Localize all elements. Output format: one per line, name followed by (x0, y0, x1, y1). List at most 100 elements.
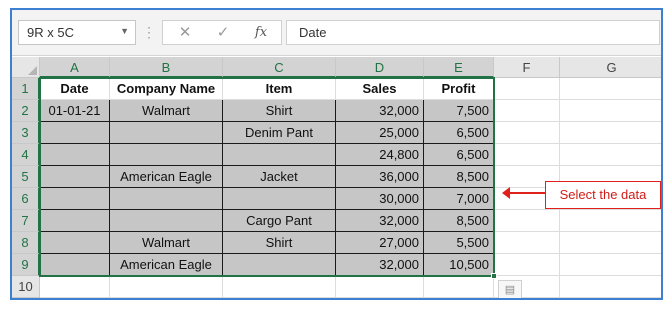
data-cell-company[interactable]: American Eagle (110, 254, 223, 276)
name-box[interactable]: 9R x 5C ▼ (18, 20, 136, 45)
empty-cell[interactable] (494, 210, 560, 232)
data-cell-profit[interactable]: 8,500 (424, 166, 494, 188)
data-cell-company[interactable] (110, 122, 223, 144)
data-cell-sales[interactable]: 32,000 (336, 210, 424, 232)
empty-cell[interactable] (494, 78, 560, 100)
formula-bar: 9R x 5C ▼ ⋮ ✕ ✓ fx Date (12, 10, 661, 56)
data-cell-sales[interactable]: 27,000 (336, 232, 424, 254)
formula-buttons: ✕ ✓ fx (162, 20, 282, 45)
empty-cell[interactable] (560, 100, 661, 122)
data-cell-sales[interactable]: 32,000 (336, 254, 424, 276)
data-cell-profit[interactable]: 6,500 (424, 122, 494, 144)
header-cell-profit[interactable]: Profit (424, 78, 494, 100)
column-header-c[interactable]: C (223, 57, 336, 78)
empty-cell[interactable] (494, 254, 560, 276)
data-cell-item[interactable] (223, 254, 336, 276)
row-header-1[interactable]: 1 (12, 78, 40, 100)
enter-icon[interactable]: ✓ (211, 24, 235, 42)
data-cell-item[interactable] (223, 188, 336, 210)
data-cell-date[interactable] (40, 254, 110, 276)
empty-cell[interactable] (560, 276, 661, 298)
data-cell-date[interactable] (40, 122, 110, 144)
name-box-value: 9R x 5C (27, 25, 74, 40)
empty-cell[interactable] (560, 144, 661, 166)
data-cell-profit[interactable]: 7,000 (424, 188, 494, 210)
formula-value: Date (299, 25, 327, 40)
data-cell-company[interactable]: Walmart (110, 232, 223, 254)
column-header-e[interactable]: E (424, 57, 494, 78)
empty-cell[interactable] (560, 232, 661, 254)
empty-cell[interactable] (494, 122, 560, 144)
fill-handle[interactable] (491, 273, 497, 279)
data-cell-sales[interactable]: 25,000 (336, 122, 424, 144)
data-cell-date[interactable] (40, 210, 110, 232)
empty-cell[interactable] (560, 210, 661, 232)
empty-cell[interactable] (40, 276, 110, 298)
data-cell-sales[interactable]: 32,000 (336, 100, 424, 122)
column-header-a[interactable]: A (40, 57, 110, 78)
data-cell-sales[interactable]: 36,000 (336, 166, 424, 188)
row-header-6[interactable]: 6 (12, 188, 40, 210)
data-cell-item[interactable]: Jacket (223, 166, 336, 188)
quick-analysis-icon[interactable]: ▤ (498, 280, 522, 298)
empty-cell[interactable] (336, 276, 424, 298)
header-cell-company[interactable]: Company Name (110, 78, 223, 100)
data-cell-date[interactable]: 01-01-21 (40, 100, 110, 122)
empty-cell[interactable] (110, 276, 223, 298)
data-cell-profit[interactable]: 10,500 (424, 254, 494, 276)
empty-cell[interactable] (494, 100, 560, 122)
row-header-2[interactable]: 2 (12, 100, 40, 122)
data-cell-item[interactable]: Denim Pant (223, 122, 336, 144)
column-header-g[interactable]: G (560, 57, 661, 78)
data-cell-date[interactable] (40, 232, 110, 254)
empty-cell[interactable] (494, 232, 560, 254)
row-header-5[interactable]: 5 (12, 166, 40, 188)
more-options-icon[interactable]: ⋮ (142, 22, 156, 44)
header-cell-date[interactable]: Date (40, 78, 110, 100)
arrow-head-icon (502, 187, 510, 199)
data-cell-profit[interactable]: 6,500 (424, 144, 494, 166)
header-cell-sales[interactable]: Sales (336, 78, 424, 100)
data-cell-company[interactable] (110, 188, 223, 210)
data-cell-date[interactable] (40, 144, 110, 166)
data-cell-profit[interactable]: 8,500 (424, 210, 494, 232)
empty-cell[interactable] (560, 122, 661, 144)
formula-input[interactable]: Date (286, 20, 660, 45)
empty-cell[interactable] (424, 276, 494, 298)
data-cell-item[interactable]: Cargo Pant (223, 210, 336, 232)
data-cell-date[interactable] (40, 188, 110, 210)
data-cell-profit[interactable]: 5,500 (424, 232, 494, 254)
row-header-4[interactable]: 4 (12, 144, 40, 166)
empty-cell[interactable] (223, 276, 336, 298)
data-cell-sales[interactable]: 30,000 (336, 188, 424, 210)
data-cell-company[interactable] (110, 144, 223, 166)
row-header-10[interactable]: 10 (12, 276, 40, 298)
cancel-icon[interactable]: ✕ (173, 24, 197, 42)
select-all-button[interactable] (12, 57, 40, 78)
data-cell-company[interactable]: Walmart (110, 100, 223, 122)
empty-cell[interactable] (494, 144, 560, 166)
data-cell-item[interactable] (223, 144, 336, 166)
row-header-8[interactable]: 8 (12, 232, 40, 254)
data-cell-item[interactable]: Shirt (223, 100, 336, 122)
insert-function-icon[interactable]: fx (249, 24, 273, 42)
data-cell-item[interactable]: Shirt (223, 232, 336, 254)
empty-cell[interactable] (560, 254, 661, 276)
chevron-down-icon[interactable]: ▼ (120, 26, 129, 36)
empty-cell[interactable] (560, 78, 661, 100)
data-cell-company[interactable] (110, 210, 223, 232)
column-header-b[interactable]: B (110, 57, 223, 78)
select-all-triangle-icon (28, 66, 37, 75)
row-header-3[interactable]: 3 (12, 122, 40, 144)
column-header-d[interactable]: D (336, 57, 424, 78)
data-cell-company[interactable]: American Eagle (110, 166, 223, 188)
excel-window: 9R x 5C ▼ ⋮ ✕ ✓ fx Date ABCDEFG123456789… (10, 8, 663, 300)
header-cell-item[interactable]: Item (223, 78, 336, 100)
data-cell-date[interactable] (40, 166, 110, 188)
data-cell-profit[interactable]: 7,500 (424, 100, 494, 122)
data-cell-sales[interactable]: 24,800 (336, 144, 424, 166)
column-header-f[interactable]: F (494, 57, 560, 78)
annotation-arrow (502, 187, 545, 199)
row-header-7[interactable]: 7 (12, 210, 40, 232)
row-header-9[interactable]: 9 (12, 254, 40, 276)
